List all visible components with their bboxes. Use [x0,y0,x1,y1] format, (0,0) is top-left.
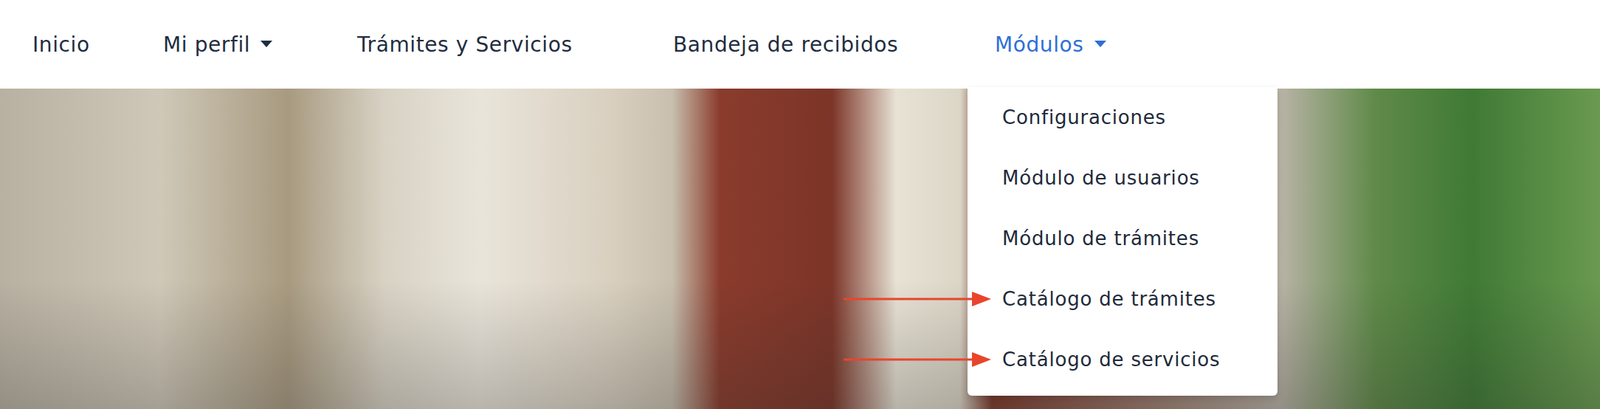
nav-cell: Bandeja de recibidos [673,32,995,57]
dropdown-menu: Configuraciones Módulo de usuarios Módul… [967,87,1278,396]
dropdown-label: Módulo de trámites [1002,227,1200,250]
dropdown-label: Catálogo de servicios [1002,348,1220,371]
nav-item[interactable]: Mi perfil [163,32,273,57]
nav-cell: Inicio [32,32,164,57]
nav-item[interactable]: Módulos [994,32,1107,57]
dropdown-label: Catálogo de trámites [1002,287,1217,310]
arrow-annotation-icon [843,290,992,308]
nav-cell: Mi perfil [163,32,358,57]
dropdown-item[interactable]: Catálogo de servicios [967,329,1278,390]
top-nav: Inicio Mi perfil Trámites y Servicios Ba… [0,0,1600,89]
nav-cell: Trámites y Servicios [357,32,674,57]
page: Inicio Mi perfil Trámites y Servicios Ba… [0,0,1600,409]
nav-label: Módulos [994,32,1085,57]
dropdown-item[interactable]: Catálogo de trámites [967,268,1278,330]
dropdown-label: Configuraciones [1002,106,1167,129]
nav-label: Inicio [32,32,91,57]
dropdown-item[interactable]: Módulo de trámites [967,208,1278,269]
dropdown-item[interactable]: Configuraciones [967,87,1278,148]
nav-label: Bandeja de recibidos [673,32,899,57]
dropdown-item[interactable]: Módulo de usuarios [967,147,1278,209]
nav-label: Trámites y Servicios [357,32,573,57]
caret-down-icon [260,40,273,48]
nav-item[interactable]: Inicio [32,32,91,57]
hero-photo [0,88,1600,409]
nav-cell: Módulos Configuraciones Módulo de usuari… [994,32,1600,57]
dropdown-label: Módulo de usuarios [1002,166,1200,189]
nav-item[interactable]: Trámites y Servicios [357,32,573,57]
arrow-annotation-icon [843,350,992,369]
caret-down-icon [1094,40,1107,48]
nav-label: Mi perfil [163,32,251,57]
nav-item[interactable]: Bandeja de recibidos [673,32,899,57]
